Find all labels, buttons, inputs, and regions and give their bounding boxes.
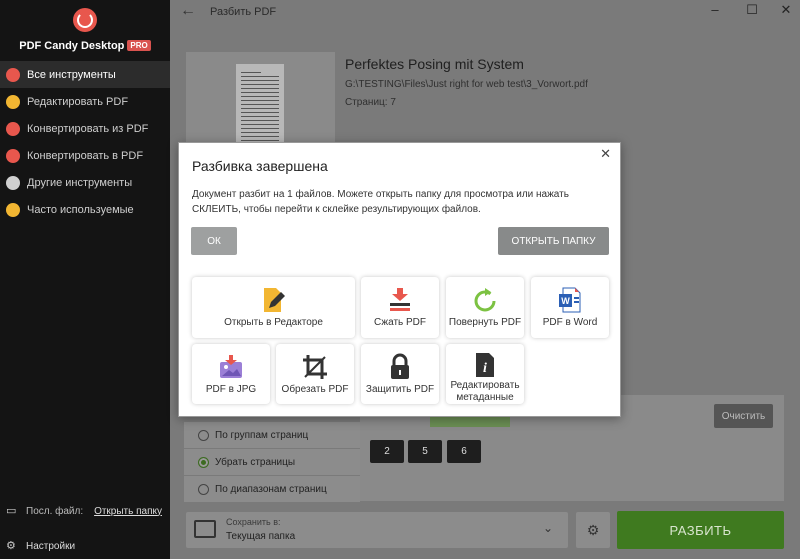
radio-button-selected[interactable] [198,456,209,468]
tool-crop-pdf[interactable]: Обрезать PDF [276,344,354,404]
brand-title: PDF Candy Desktop PRO [0,40,170,52]
tool-grid: Открыть в Редакторе Сжать PDF Повернуть … [179,143,622,418]
star-icon [6,202,20,217]
sidebar-nav: Все инструменты Редактировать PDF Конвер… [0,61,170,223]
crop-icon [300,352,330,382]
option-label: По группам страниц [215,429,309,441]
settings-item[interactable]: ⚙ Настройки [0,536,170,556]
candy-icon [6,67,20,82]
tool-rotate-pdf[interactable]: Повернуть PDF [446,277,524,338]
upload-icon [6,148,20,163]
minimize-icon[interactable]: – [705,2,725,17]
tool-label: Редактировать метаданные [450,380,520,403]
sidebar-item-convert-from-pdf[interactable]: Конвертировать из PDF [0,115,170,142]
sidebar: PDF Candy Desktop PRO Все инструменты Ред… [0,0,170,559]
clear-button[interactable]: Очистить [714,404,773,428]
page-number-chip[interactable]: 2 [370,440,404,463]
option-by-page-groups[interactable]: По группам страниц [184,422,360,448]
option-by-page-ranges[interactable]: По диапазонам страниц [184,476,360,502]
folder-icon [194,520,216,538]
tool-protect-pdf[interactable]: Защитить PDF [361,344,439,404]
sidebar-item-convert-to-pdf[interactable]: Конвертировать в PDF [0,142,170,169]
tool-label: Обрезать PDF [281,384,349,395]
last-file-row: ▭ Посл. файл: Открыть папку [0,500,170,522]
tool-pdf-to-jpg[interactable]: PDF в JPG [192,344,270,404]
compress-icon [385,285,415,315]
document-title: Perfektes Posing mit System [345,56,524,72]
settings-gear-button[interactable]: ⚙ [576,512,610,548]
tool-edit-metadata[interactable]: i Редактировать метаданные [446,344,524,404]
last-file-label: Посл. файл: [26,505,84,517]
tool-label: Сжать PDF [373,317,427,328]
save-to-label: Сохранить в: [226,517,281,527]
settings-label: Настройки [26,540,76,552]
svg-text:i: i [483,361,487,376]
lock-icon [385,352,415,382]
page-title: Разбить PDF [210,6,277,18]
gear-icon: ⚙ [6,540,16,552]
option-remove-pages[interactable]: Убрать страницы [184,449,360,475]
sidebar-item-favorites[interactable]: Часто используемые [0,196,170,223]
save-to-value: Текущая папка [226,531,296,542]
tool-pdf-to-word[interactable]: W PDF в Word [531,277,609,338]
sidebar-item-label: Редактировать PDF [27,95,129,108]
sidebar-item-all-tools[interactable]: Все инструменты [0,61,170,88]
chevron-down-icon[interactable]: ⌄ [543,521,553,535]
page-preview [236,64,284,147]
candy-logo-icon [73,8,97,32]
tool-label: Защитить PDF [365,384,435,395]
page-number-chip[interactable]: 6 [447,440,481,463]
split-button[interactable]: РАЗБИТЬ [617,511,784,549]
word-icon: W [555,285,585,315]
option-label: По диапазонам страниц [215,483,327,495]
rotate-icon [470,285,500,315]
back-arrow-icon[interactable]: ← [180,2,196,20]
tool-label: PDF в Word [542,317,598,328]
sidebar-item-label: Другие инструменты [27,176,133,189]
option-label: Убрать страницы [215,456,296,468]
edit-icon [259,285,289,315]
close-window-icon[interactable]: ✕ [776,2,796,18]
more-icon [6,175,20,190]
sidebar-item-label: Все инструменты [27,68,116,81]
tool-compress-pdf[interactable]: Сжать PDF [361,277,439,338]
sidebar-item-edit-pdf[interactable]: Редактировать PDF [0,88,170,115]
image-icon [216,352,246,382]
radio-button[interactable] [198,429,209,441]
top-bar: ← Разбить PDF – ☐ ✕ [170,0,800,24]
document-path: G:\TESTING\Files\Just right for web test… [345,79,588,90]
tool-label: PDF в JPG [205,384,257,395]
sidebar-item-other-tools[interactable]: Другие инструменты [0,169,170,196]
svg-text:W: W [561,296,570,306]
folder-icon: ▭ [6,505,17,517]
open-folder-link[interactable]: Открыть папку [94,506,162,517]
document-thumbnail [186,52,335,147]
info-icon: i [470,352,500,378]
edit-icon [6,94,20,109]
tool-label: Открыть в Редакторе [224,317,323,328]
gear-icon: ⚙ [586,521,600,538]
radio-button[interactable] [198,483,209,495]
sidebar-item-label: Конвертировать из PDF [27,122,149,135]
page-number-chip[interactable]: 5 [408,440,442,463]
split-complete-dialog: ✕ Разбивка завершена Документ разбит на … [178,142,621,417]
sidebar-item-label: Часто используемые [27,203,134,216]
tool-label: Повернуть PDF [448,317,522,328]
brand-name: PDF Candy Desktop [19,40,125,52]
download-icon [6,121,20,136]
pro-badge: PRO [127,40,151,51]
document-page-count: Страниц: 7 [345,97,396,108]
maximize-icon[interactable]: ☐ [742,2,762,18]
tool-open-in-editor[interactable]: Открыть в Редакторе [192,277,355,338]
sidebar-item-label: Конвертировать в PDF [27,149,144,162]
save-location-select[interactable]: Сохранить в: Текущая папка ⌄ [186,512,568,548]
